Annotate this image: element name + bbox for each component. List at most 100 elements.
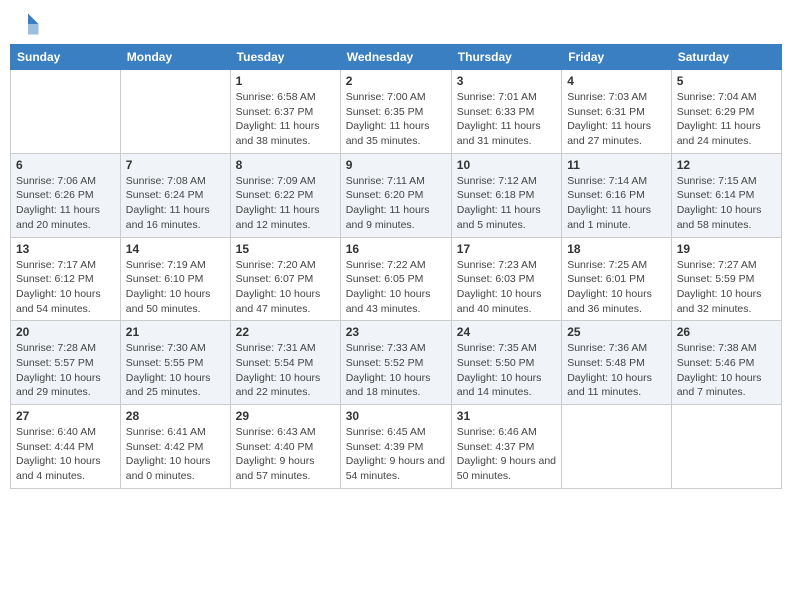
day-info: Sunrise: 7:35 AM Sunset: 5:50 PM Dayligh… (457, 341, 556, 400)
day-info: Sunrise: 7:25 AM Sunset: 6:01 PM Dayligh… (567, 258, 666, 317)
calendar-cell: 22 Sunrise: 7:31 AM Sunset: 5:54 PM Dayli… (230, 321, 340, 405)
calendar-cell: 2 Sunrise: 7:00 AM Sunset: 6:35 PM Daylig… (340, 70, 451, 154)
day-number: 9 (346, 158, 446, 172)
calendar-cell: 5 Sunrise: 7:04 AM Sunset: 6:29 PM Daylig… (671, 70, 781, 154)
day-number: 1 (236, 74, 335, 88)
day-number: 2 (346, 74, 446, 88)
day-of-week-header: Sunday (11, 45, 121, 70)
calendar-cell: 26 Sunrise: 7:38 AM Sunset: 5:46 PM Dayli… (671, 321, 781, 405)
day-of-week-header: Tuesday (230, 45, 340, 70)
day-number: 19 (677, 242, 776, 256)
day-number: 29 (236, 409, 335, 423)
day-info: Sunrise: 7:20 AM Sunset: 6:07 PM Dayligh… (236, 258, 335, 317)
day-info: Sunrise: 6:40 AM Sunset: 4:44 PM Dayligh… (16, 425, 115, 484)
calendar-cell: 16Sunrise: 7:22 AM Sunset: 6:05 PM Dayli… (340, 237, 451, 321)
day-of-week-header: Monday (120, 45, 230, 70)
day-info: Sunrise: 7:15 AM Sunset: 6:14 PM Dayligh… (677, 174, 776, 233)
day-number: 31 (457, 409, 556, 423)
calendar-cell: 18 Sunrise: 7:25 AM Sunset: 6:01 PM Dayli… (562, 237, 672, 321)
calendar-cell: 17Sunrise: 7:23 AM Sunset: 6:03 PM Dayli… (451, 237, 561, 321)
day-number: 7 (126, 158, 225, 172)
calendar-cell (11, 70, 121, 154)
day-number: 22 (236, 325, 335, 339)
day-info: Sunrise: 6:46 AM Sunset: 4:37 PM Dayligh… (457, 425, 556, 484)
day-info: Sunrise: 6:43 AM Sunset: 4:40 PM Dayligh… (236, 425, 335, 484)
day-info: Sunrise: 7:14 AM Sunset: 6:16 PM Dayligh… (567, 174, 666, 233)
day-info: Sunrise: 7:08 AM Sunset: 6:24 PM Dayligh… (126, 174, 225, 233)
calendar-cell: 10 Sunrise: 7:12 AM Sunset: 6:18 PM Dayli… (451, 153, 561, 237)
calendar-cell: 9 Sunrise: 7:11 AM Sunset: 6:20 PM Daylig… (340, 153, 451, 237)
calendar-cell: 28Sunrise: 6:41 AM Sunset: 4:42 PM Dayli… (120, 405, 230, 489)
day-number: 26 (677, 325, 776, 339)
calendar-cell: 23 Sunrise: 7:33 AM Sunset: 5:52 PM Dayli… (340, 321, 451, 405)
day-number: 17 (457, 242, 556, 256)
calendar-cell (562, 405, 672, 489)
day-number: 16 (346, 242, 446, 256)
day-info: Sunrise: 7:04 AM Sunset: 6:29 PM Dayligh… (677, 90, 776, 149)
calendar-week-row: 20 Sunrise: 7:28 AM Sunset: 5:57 PM Dayli… (11, 321, 782, 405)
calendar-cell: 14 Sunrise: 7:19 AM Sunset: 6:10 PM Dayli… (120, 237, 230, 321)
day-of-week-header: Wednesday (340, 45, 451, 70)
day-of-week-header: Saturday (671, 45, 781, 70)
day-number: 8 (236, 158, 335, 172)
day-info: Sunrise: 7:28 AM Sunset: 5:57 PM Dayligh… (16, 341, 115, 400)
calendar-cell (671, 405, 781, 489)
day-number: 21 (126, 325, 225, 339)
day-info: Sunrise: 6:58 AM Sunset: 6:37 PM Dayligh… (236, 90, 335, 149)
day-info: Sunrise: 7:09 AM Sunset: 6:22 PM Dayligh… (236, 174, 335, 233)
calendar-cell: 25 Sunrise: 7:36 AM Sunset: 5:48 PM Dayli… (562, 321, 672, 405)
calendar-week-row: 1 Sunrise: 6:58 AM Sunset: 6:37 PM Daylig… (11, 70, 782, 154)
day-number: 15 (236, 242, 335, 256)
day-info: Sunrise: 7:00 AM Sunset: 6:35 PM Dayligh… (346, 90, 446, 149)
day-info: Sunrise: 7:27 AM Sunset: 5:59 PM Dayligh… (677, 258, 776, 317)
day-number: 14 (126, 242, 225, 256)
day-of-week-header: Friday (562, 45, 672, 70)
day-number: 25 (567, 325, 666, 339)
day-info: Sunrise: 7:11 AM Sunset: 6:20 PM Dayligh… (346, 174, 446, 233)
calendar-cell: 11 Sunrise: 7:14 AM Sunset: 6:16 PM Dayli… (562, 153, 672, 237)
logo (14, 10, 44, 38)
day-number: 5 (677, 74, 776, 88)
calendar-cell: 20 Sunrise: 7:28 AM Sunset: 5:57 PM Dayli… (11, 321, 121, 405)
day-number: 6 (16, 158, 115, 172)
calendar-cell: 15 Sunrise: 7:20 AM Sunset: 6:07 PM Dayli… (230, 237, 340, 321)
day-info: Sunrise: 7:03 AM Sunset: 6:31 PM Dayligh… (567, 90, 666, 149)
day-info: Sunrise: 7:01 AM Sunset: 6:33 PM Dayligh… (457, 90, 556, 149)
calendar-cell: 29 Sunrise: 6:43 AM Sunset: 4:40 PM Dayli… (230, 405, 340, 489)
logo-icon (14, 10, 42, 38)
calendar-cell: 27 Sunrise: 6:40 AM Sunset: 4:44 PM Dayli… (11, 405, 121, 489)
day-number: 23 (346, 325, 446, 339)
day-number: 12 (677, 158, 776, 172)
day-info: Sunrise: 7:30 AM Sunset: 5:55 PM Dayligh… (126, 341, 225, 400)
calendar-cell: 1 Sunrise: 6:58 AM Sunset: 6:37 PM Daylig… (230, 70, 340, 154)
day-info: Sunrise: 7:12 AM Sunset: 6:18 PM Dayligh… (457, 174, 556, 233)
day-of-week-header: Thursday (451, 45, 561, 70)
calendar-cell: 4Sunrise: 7:03 AM Sunset: 6:31 PM Daylig… (562, 70, 672, 154)
calendar-cell: 21 Sunrise: 7:30 AM Sunset: 5:55 PM Dayli… (120, 321, 230, 405)
day-info: Sunrise: 7:17 AM Sunset: 6:12 PM Dayligh… (16, 258, 115, 317)
day-number: 13 (16, 242, 115, 256)
calendar-cell: 7 Sunrise: 7:08 AM Sunset: 6:24 PM Daylig… (120, 153, 230, 237)
day-info: Sunrise: 6:45 AM Sunset: 4:39 PM Dayligh… (346, 425, 446, 484)
day-number: 10 (457, 158, 556, 172)
day-info: Sunrise: 7:36 AM Sunset: 5:48 PM Dayligh… (567, 341, 666, 400)
day-number: 11 (567, 158, 666, 172)
calendar-week-row: 27 Sunrise: 6:40 AM Sunset: 4:44 PM Dayli… (11, 405, 782, 489)
day-info: Sunrise: 7:19 AM Sunset: 6:10 PM Dayligh… (126, 258, 225, 317)
day-number: 20 (16, 325, 115, 339)
day-info: Sunrise: 7:38 AM Sunset: 5:46 PM Dayligh… (677, 341, 776, 400)
calendar-cell: 31 Sunrise: 6:46 AM Sunset: 4:37 PM Dayli… (451, 405, 561, 489)
calendar-cell: 8 Sunrise: 7:09 AM Sunset: 6:22 PM Daylig… (230, 153, 340, 237)
day-info: Sunrise: 7:31 AM Sunset: 5:54 PM Dayligh… (236, 341, 335, 400)
calendar-cell: 3 Sunrise: 7:01 AM Sunset: 6:33 PM Daylig… (451, 70, 561, 154)
day-number: 18 (567, 242, 666, 256)
day-number: 28 (126, 409, 225, 423)
calendar-cell: 12 Sunrise: 7:15 AM Sunset: 6:14 PM Dayli… (671, 153, 781, 237)
calendar-cell: 13 Sunrise: 7:17 AM Sunset: 6:12 PM Dayli… (11, 237, 121, 321)
day-number: 3 (457, 74, 556, 88)
calendar-table: SundayMondayTuesdayWednesdayThursdayFrid… (10, 44, 782, 489)
page-header (10, 10, 782, 38)
day-number: 27 (16, 409, 115, 423)
calendar-header-row: SundayMondayTuesdayWednesdayThursdayFrid… (11, 45, 782, 70)
day-info: Sunrise: 7:33 AM Sunset: 5:52 PM Dayligh… (346, 341, 446, 400)
